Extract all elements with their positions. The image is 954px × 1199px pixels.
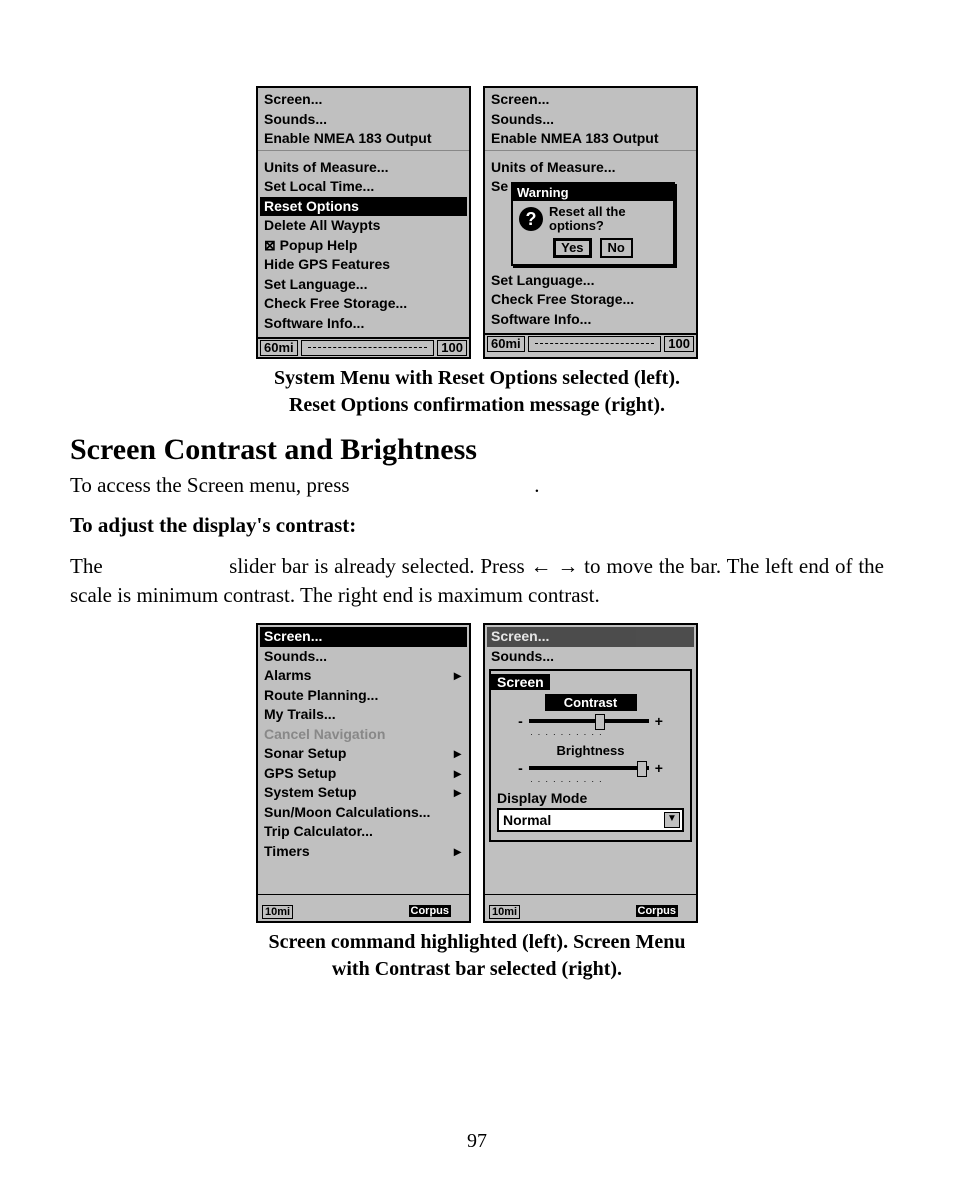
menu-divider [258,150,469,154]
menu-item[interactable]: Alarms▸ [260,666,467,686]
menu-item[interactable]: Sounds... [487,647,694,667]
map-scale: 10mi [262,905,293,919]
menu-item[interactable]: Screen... [260,90,467,110]
menu-item[interactable]: Check Free Storage... [487,290,694,310]
panel-title: Screen [491,674,550,690]
status-bar: 60mi 100 [258,337,469,357]
menu-item[interactable]: Set Language... [260,275,467,295]
fig2-left-screen: Screen...Sounds...Alarms▸Route Planning.… [256,623,471,923]
figure-2-caption: Screen command highlighted (left). Scree… [70,929,884,983]
contrast-slider[interactable]: - + [497,713,684,729]
display-mode-label: Display Mode [497,790,684,806]
no-button[interactable]: No [600,238,633,258]
brightness-slider[interactable]: - + [497,760,684,776]
menu-item[interactable]: Software Info... [260,314,467,334]
fig1-left-screen: Screen...Sounds...Enable NMEA 183 Output… [256,86,471,359]
yes-button[interactable]: Yes [553,238,591,258]
menu-item[interactable]: Popup Help [260,236,467,256]
menu-item[interactable]: Timers▸ [260,842,467,862]
display-mode-dropdown[interactable]: Normal ▼ [497,808,684,832]
status-scale: 60mi [260,340,298,356]
menu-item[interactable]: Screen... [487,627,694,647]
menu-item[interactable]: System Setup▸ [260,783,467,803]
para-access: To access the Screen menu, press MENU|ME… [70,471,884,499]
map-label: Corpus [409,905,452,917]
menu-item[interactable]: Set Language... [487,271,694,291]
screen-submenu-panel: Screen Contrast - + .......... Brightnes… [489,669,692,842]
brightness-label: Brightness [497,743,684,758]
figure-1-caption: System Menu with Reset Options selected … [70,365,884,419]
contrast-label: Contrast [545,694,637,711]
map-scale: 10mi [489,905,520,919]
status-scale: 60mi [487,336,525,352]
menu-item[interactable]: Enable NMEA 183 Output [260,129,467,149]
menu-item[interactable]: Set Local Time... [260,177,467,197]
submenu-arrow-icon: ▸ [454,765,461,783]
menu-item[interactable]: Sounds... [260,110,467,130]
menu-item[interactable]: Units of Measure... [260,158,467,178]
map-footer: 10mi Corpus [258,894,469,921]
section-heading: Screen Contrast and Brightness [70,433,884,467]
submenu-arrow-icon: ▸ [454,667,461,685]
menu-item[interactable]: GPS Setup▸ [260,764,467,784]
dialog-title: Warning [513,184,673,201]
menu-item[interactable]: Trip Calculator... [260,822,467,842]
menu-divider [485,150,696,154]
menu-item[interactable]: Enable NMEA 183 Output [487,129,694,149]
figure-2: Screen...Sounds...Alarms▸Route Planning.… [70,623,884,923]
menu-item[interactable]: Units of Measure... [487,158,694,178]
slider-track [529,766,649,770]
page-number: 97 [0,1130,954,1153]
menu-item[interactable]: Sonar Setup▸ [260,744,467,764]
submenu-arrow-icon: ▸ [454,745,461,763]
status-value: 100 [437,340,467,356]
fig1-right-menu-top: Screen...Sounds...Enable NMEA 183 Output [485,88,696,149]
slider-thumb[interactable] [637,761,647,777]
status-value: 100 [664,336,694,352]
slider-track [529,719,649,723]
submenu-arrow-icon: ▸ [454,784,461,802]
question-icon: ? [519,207,543,231]
menu-item[interactable]: Sun/Moon Calculations... [260,803,467,823]
subhead-contrast: To adjust the display's contrast: [70,513,884,538]
slider-thumb[interactable] [595,714,605,730]
menu-item[interactable]: Screen... [487,90,694,110]
fig2-left-menu: Screen...Sounds...Alarms▸Route Planning.… [258,625,469,861]
submenu-arrow-icon: ▸ [454,843,461,861]
display-mode-value: Normal [503,812,551,828]
fig1-left-menu-top: Screen...Sounds...Enable NMEA 183 Output [258,88,469,149]
menu-item[interactable]: Software Info... [487,310,694,330]
menu-item[interactable]: Sounds... [260,647,467,667]
reset-options-dialog: Warning ? Reset all the options? Yes No [511,182,675,266]
menu-item[interactable]: Screen... [260,627,467,647]
para-contrast: The CONTRAST slider bar is already selec… [70,552,884,609]
menu-item[interactable]: Route Planning... [260,686,467,706]
status-mid-icon [301,340,435,356]
status-mid-icon [528,336,662,352]
menu-item[interactable]: My Trails... [260,705,467,725]
menu-item[interactable]: Cancel Navigation [260,725,467,745]
fig1-right-menu-bottom: Set Language...Check Free Storage...Soft… [485,269,696,330]
menu-item[interactable]: Check Free Storage... [260,294,467,314]
fig1-right-screen: Screen...Sounds...Enable NMEA 183 Output… [483,86,698,359]
fig2-right-screen: Screen...Sounds... Screen Contrast - + .… [483,623,698,923]
map-footer: 10mi Corpus [485,894,696,921]
menu-item[interactable]: Delete All Waypts [260,216,467,236]
map-label: Corpus [636,905,679,917]
menu-item[interactable]: Hide GPS Features [260,255,467,275]
figure-1: Screen...Sounds...Enable NMEA 183 Output… [70,86,884,359]
dialog-text: Reset all the options? [549,205,667,234]
chevron-down-icon: ▼ [664,812,680,828]
fig1-left-menu-bottom: Units of Measure...Set Local Time...Rese… [258,156,469,334]
fig2-right-menu-top: Screen...Sounds... [485,625,696,666]
status-bar: 60mi 100 [485,333,696,353]
menu-item[interactable]: Reset Options [260,197,467,217]
menu-item[interactable]: Sounds... [487,110,694,130]
